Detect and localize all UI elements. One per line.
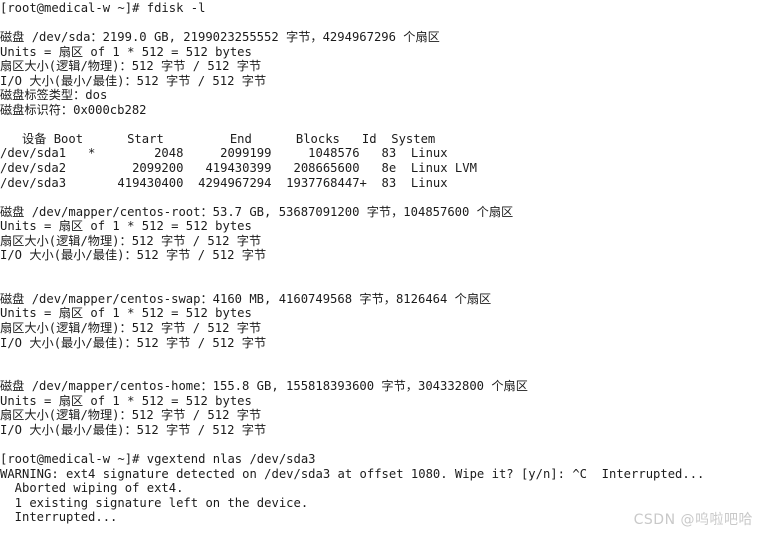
- terminal-line: Units = 扇区 of 1 * 512 = 512 bytes: [0, 219, 252, 234]
- terminal-line: Aborted wiping of ext4.: [0, 481, 184, 496]
- terminal-line: [root@medical-w ~]# vgextend nlas /dev/s…: [0, 451, 316, 466]
- terminal-line: Units = 扇区 of 1 * 512 = 512 bytes: [0, 306, 252, 321]
- terminal-line: /dev/sda3 419430400 4294967294 193776844…: [0, 175, 448, 190]
- terminal-line: 扇区大小(逻辑/物理)：512 字节 / 512 字节: [0, 59, 262, 74]
- terminal-line: I/O 大小(最小/最佳)：512 字节 / 512 字节: [0, 73, 267, 88]
- terminal-line: 扇区大小(逻辑/物理)：512 字节 / 512 字节: [0, 408, 262, 423]
- terminal-line: 磁盘 /dev/sda：2199.0 GB, 2199023255552 字节，…: [0, 30, 440, 45]
- terminal-line: 磁盘 /dev/mapper/centos-root：53.7 GB, 5368…: [0, 204, 514, 219]
- terminal-line: Units = 扇区 of 1 * 512 = 512 bytes: [0, 44, 252, 59]
- terminal-output[interactable]: [root@medical-w ~]# fdisk -l 磁盘 /dev/sda…: [0, 0, 765, 537]
- terminal-line: 扇区大小(逻辑/物理)：512 字节 / 512 字节: [0, 233, 262, 248]
- terminal-line: 磁盘 /dev/mapper/centos-home：155.8 GB, 155…: [0, 379, 528, 394]
- terminal-line: I/O 大小(最小/最佳)：512 字节 / 512 字节: [0, 248, 267, 263]
- terminal-line: [root@medical-w ~]# fdisk -l: [0, 1, 206, 15]
- terminal-line: Units = 扇区 of 1 * 512 = 512 bytes: [0, 393, 252, 408]
- terminal-line: 设备 Boot Start End Blocks Id System: [0, 131, 436, 146]
- terminal-line: I/O 大小(最小/最佳)：512 字节 / 512 字节: [0, 335, 267, 350]
- terminal-line: I/O 大小(最小/最佳)：512 字节 / 512 字节: [0, 422, 267, 437]
- terminal-line: /dev/sda1 * 2048 2099199 1048576 83 Linu…: [0, 146, 448, 161]
- terminal-line: WARNING: ext4 signature detected on /dev…: [0, 466, 705, 481]
- terminal-line: 磁盘 /dev/mapper/centos-swap：4160 MB, 4160…: [0, 291, 492, 306]
- terminal-line: Interrupted...: [0, 510, 118, 525]
- terminal-line: 扇区大小(逻辑/物理)：512 字节 / 512 字节: [0, 321, 262, 336]
- terminal-line: /dev/sda2 2099200 419430399 208665600 8e…: [0, 161, 477, 176]
- terminal-line: 磁盘标签类型：dos: [0, 88, 108, 103]
- terminal-line: 1 existing signature left on the device.: [0, 495, 309, 510]
- terminal-line: 磁盘标识符：0x000cb282: [0, 102, 147, 117]
